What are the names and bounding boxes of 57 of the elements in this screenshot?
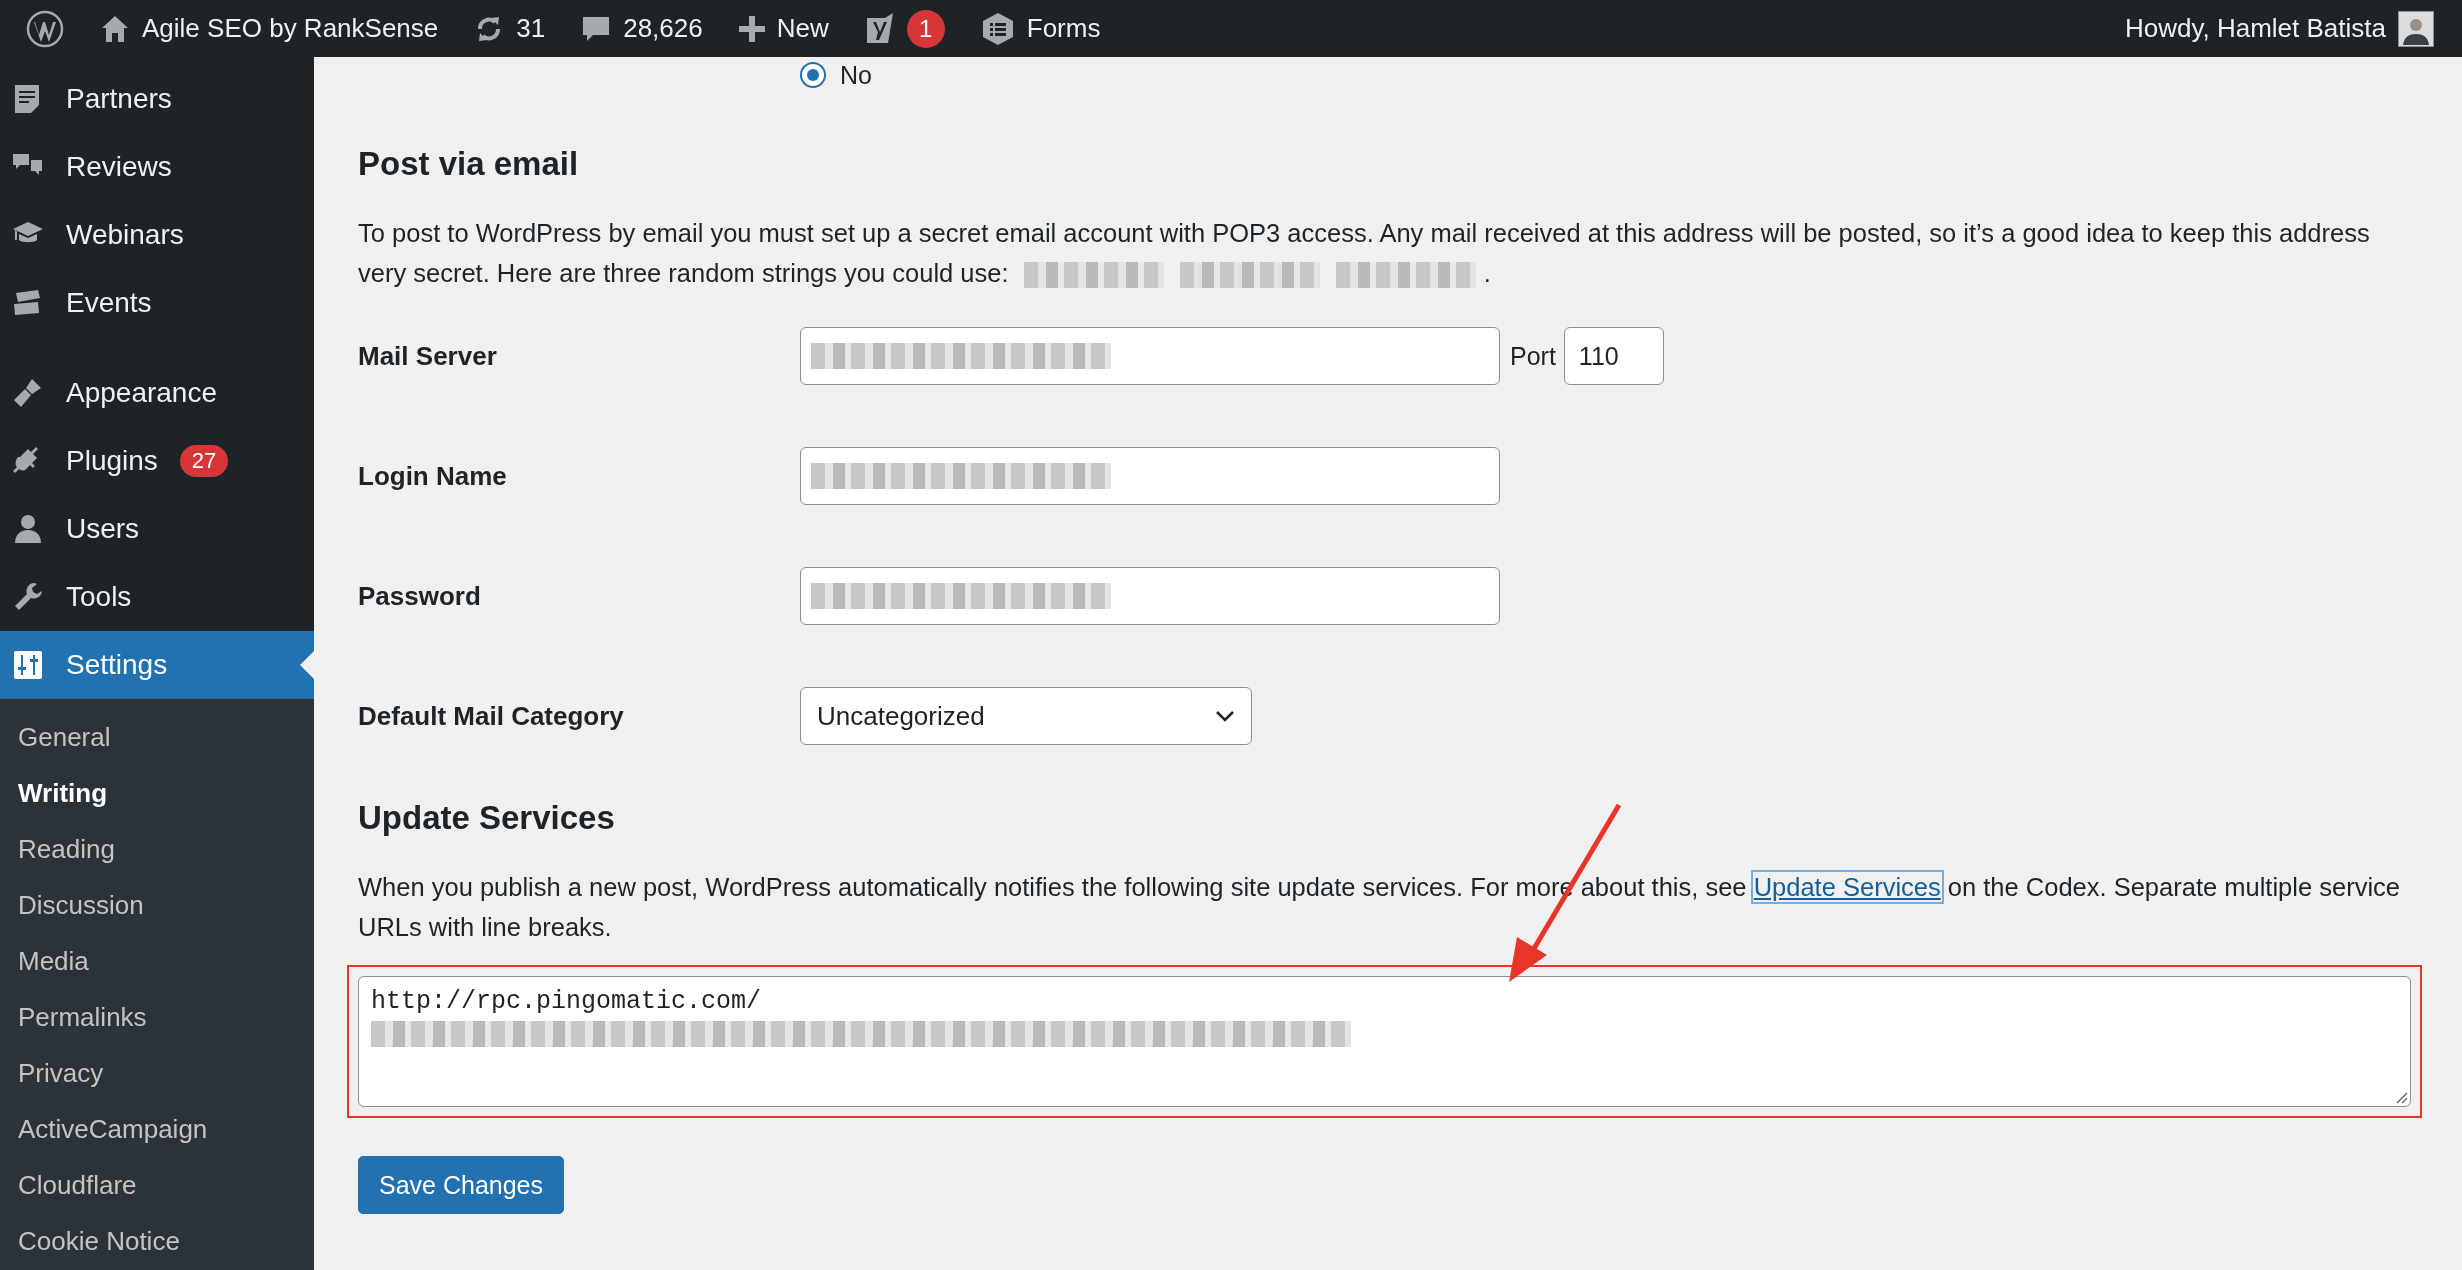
category-select[interactable]: Uncategorized	[800, 687, 1252, 745]
field-label: Password	[358, 580, 482, 612]
services-field[interactable]: http://rpc.pingomatic.com/	[358, 976, 2411, 1107]
submenu-item[interactable]: Cloudflare	[0, 1157, 314, 1213]
site-name-link[interactable]: Agile SEO by RankSense	[142, 13, 439, 44]
avatar-icon[interactable]	[2398, 10, 2434, 47]
input-field[interactable]	[800, 567, 1500, 625]
input-field[interactable]	[800, 327, 1500, 385]
menu-item[interactable]: Users	[0, 495, 314, 563]
menu-icon	[12, 377, 44, 409]
field-label: Default Mail Category	[358, 700, 625, 732]
field-label: Login Name	[358, 460, 508, 492]
shield-icon	[864, 11, 895, 46]
section-heading: Post via email	[358, 145, 580, 183]
notification-badge[interactable]: 1	[906, 9, 945, 48]
menu-item[interactable]: Tools	[0, 563, 314, 631]
menu-item[interactable]: Webinars	[0, 201, 314, 269]
forms-link[interactable]: Forms	[1026, 13, 1101, 44]
comments-count[interactable]: 28,626	[623, 13, 703, 44]
port-label: Port	[1510, 341, 1556, 371]
radio-label: No	[840, 60, 872, 90]
save-button[interactable]: Save Changes	[358, 1156, 564, 1214]
port-field[interactable]: 110	[1563, 327, 1664, 385]
menu-icon	[12, 649, 44, 681]
menu-icon	[12, 513, 44, 545]
submenu-item[interactable]: Discussion	[0, 877, 314, 933]
submenu-item[interactable]: Permalinks	[0, 989, 314, 1045]
resize-grip-icon	[2394, 1090, 2408, 1104]
menu-item[interactable]: Appearance	[0, 359, 314, 427]
submenu-item[interactable]: Writing	[0, 765, 314, 821]
chevron-icon	[1215, 710, 1235, 722]
update-services-link[interactable]: Update Services	[1753, 873, 1941, 901]
submenu-item[interactable]: General	[0, 709, 314, 765]
count-badge: 27	[179, 445, 229, 477]
input-field[interactable]	[800, 447, 1500, 505]
menu-item[interactable]: Reviews	[0, 133, 314, 201]
current-indicator	[300, 651, 314, 679]
submenu-item[interactable]: ActiveCampaign	[0, 1101, 314, 1157]
updates-count[interactable]: 31	[516, 13, 546, 44]
menu-item[interactable]: Plugins 27	[0, 427, 314, 495]
radio-button[interactable]	[800, 62, 826, 88]
wordpress-logo-icon[interactable]	[26, 9, 64, 48]
new-link[interactable]: New	[776, 13, 829, 44]
submenu-item[interactable]: Cookie Notice	[0, 1213, 314, 1269]
submenu-item[interactable]: Reading	[0, 821, 314, 877]
menu-item[interactable]: Events	[0, 269, 314, 337]
submenu-item[interactable]: Media	[0, 933, 314, 989]
home-icon	[100, 13, 130, 44]
list-icon	[980, 11, 1015, 46]
submenu-item[interactable]: Privacy	[0, 1045, 314, 1101]
section-heading: Update Services	[358, 799, 616, 837]
field-label: Mail Server	[358, 340, 498, 372]
menu-item[interactable]: Partners	[0, 65, 314, 133]
plus-icon	[738, 15, 765, 42]
greeting-link[interactable]: Howdy, Hamlet Batista	[2124, 13, 2386, 44]
description-text: To post to WordPress by email you must set up a secret email account with POP3 access. Any mail received at this address will be posted, so it’s a good idea to keep this address very secret. Here are three random strings you could use: .	[358, 218, 2371, 291]
menu-item[interactable]: Settings	[0, 631, 314, 699]
